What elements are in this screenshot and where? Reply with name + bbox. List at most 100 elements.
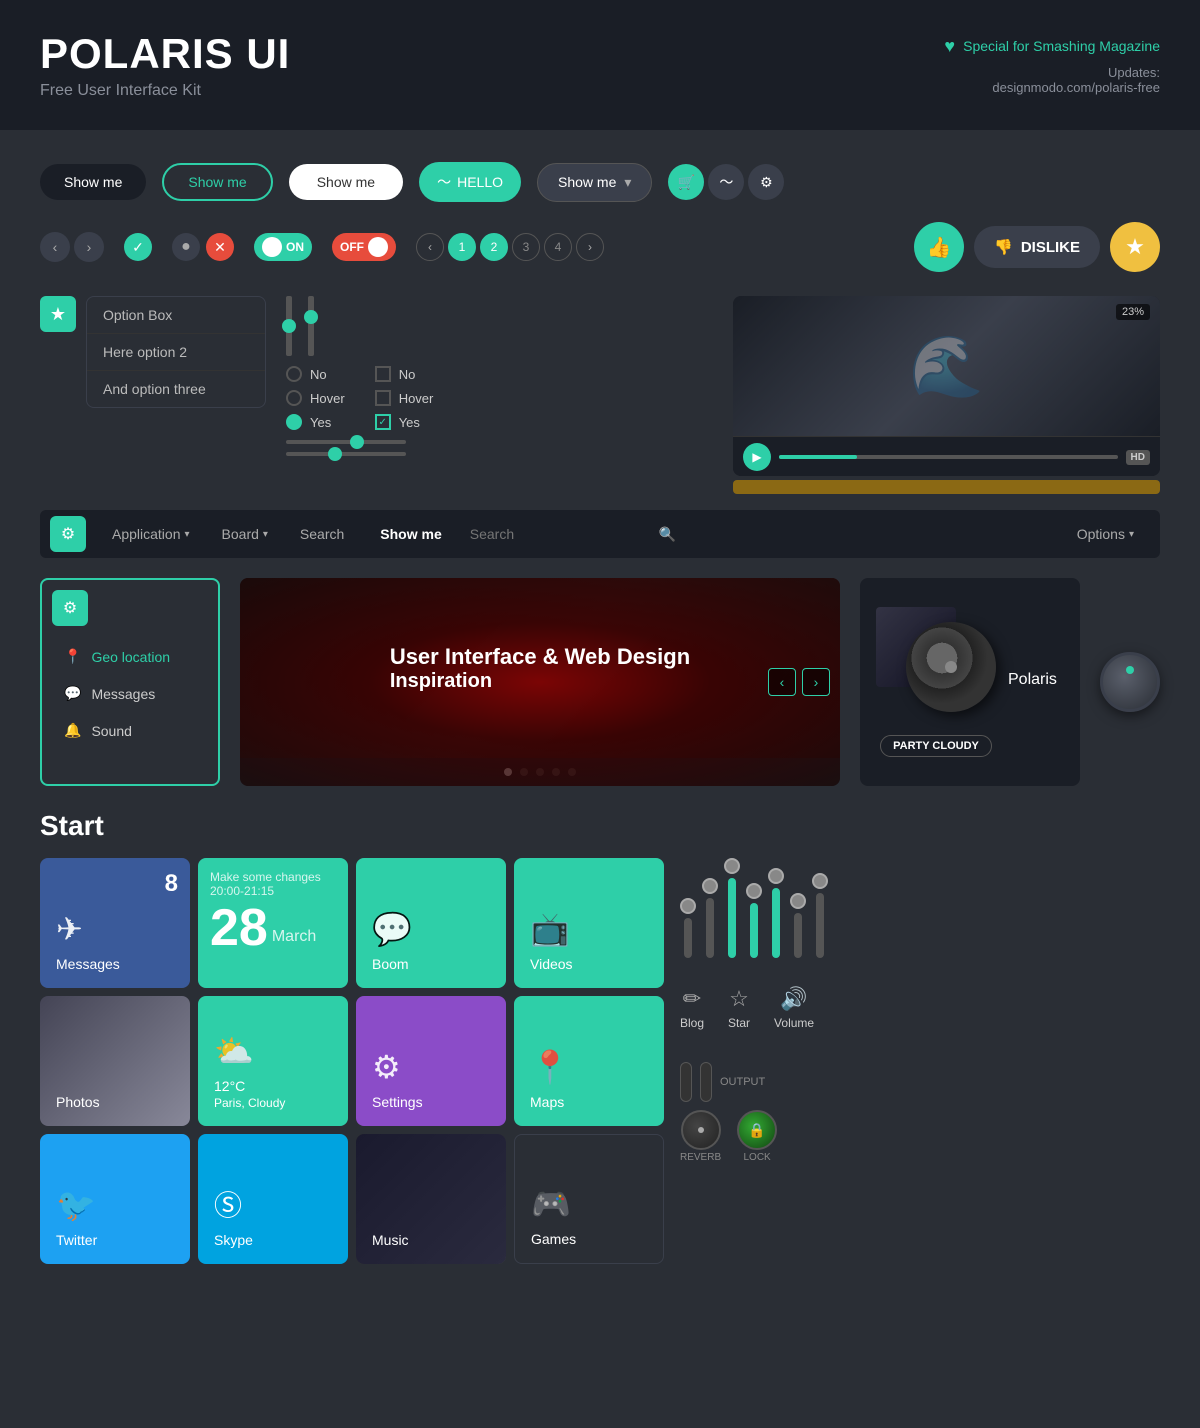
games-icon: 🎮 [531,1185,647,1223]
eq-knob-7[interactable] [812,873,828,889]
carousel-prev[interactable]: ‹ [768,668,796,696]
page-prev[interactable]: ‹ [416,233,444,261]
bottom-icon-volume[interactable]: 🔊 Volume [774,986,814,1030]
eq-bar-fill-1 [684,918,692,958]
show-me-select[interactable]: Show me [537,163,652,202]
nav-search-input[interactable] [462,514,659,554]
check-icon[interactable]: ✓ [124,233,152,261]
toggle-knob-off [368,237,388,257]
carousel-next[interactable]: › [802,668,830,696]
tile-twitter[interactable]: 🐦 Twitter [40,1134,190,1264]
show-me-btn-1[interactable]: Show me [40,164,146,200]
v-slider-input-1[interactable] [286,296,292,356]
calendar-month: March [272,928,316,946]
tile-games[interactable]: 🎮 Games [514,1134,664,1264]
tile-photos[interactable]: Photos [40,996,190,1126]
show-me-btn-3[interactable]: Show me [289,164,403,200]
arrow-right-btn[interactable]: › [74,232,104,262]
updates-label: Updates: [1108,65,1160,80]
nav-item-application[interactable]: Application [96,514,206,554]
radio-yes-circle-1[interactable] [286,414,302,430]
weather-icon: ⛅ [214,1032,332,1070]
messages-tile-label: Messages [56,956,174,972]
blog-label: Blog [680,1016,704,1030]
sidebar-item-messages[interactable]: 💬 Messages [52,675,208,712]
gear-btn[interactable]: ⚙ [748,164,784,200]
h-slider-2[interactable] [286,452,406,456]
volume-knob[interactable] [1100,652,1160,712]
cart-btn[interactable]: 🛒 [668,164,704,200]
knobs-row: REVERB 🔒 LOCK [680,1110,900,1163]
music-left: PARTY CLOUDY [876,607,996,757]
right-panel: ✏ Blog ☆ Star 🔊 Volume [680,858,900,1264]
checkbox-no-2[interactable] [375,366,391,382]
nav-item-search[interactable]: Search [284,514,364,554]
messages-icon: 💬 [64,685,81,702]
nav-bar: ⚙ Application Board Search Show me 🔍 Opt… [40,510,1160,558]
lock-label: LOCK [744,1152,771,1163]
knob-reverb[interactable] [681,1110,721,1150]
nav-item-board[interactable]: Board [206,514,284,554]
tile-videos[interactable]: 📺 Videos [514,858,664,988]
tile-boom[interactable]: 💬 Boom [356,858,506,988]
pagination: ‹ 1 2 3 4 › [416,233,604,261]
carousel-arrows: ‹ › [768,668,830,696]
star-btn[interactable]: ★ [1110,222,1160,272]
dropdown-item-3[interactable]: And option three [87,371,265,407]
blog-icon: ✏ [683,986,701,1012]
toggle-off[interactable]: OFF [332,233,396,261]
radio-hover-circle-1[interactable] [286,390,302,406]
radio-no-circle-1[interactable] [286,366,302,382]
eq-knob-6[interactable] [790,893,806,909]
eq-knob-1[interactable] [680,898,696,914]
page-3[interactable]: 3 [512,233,540,261]
nav-gear-icon: ⚙ [50,516,86,552]
hello-btn[interactable]: 〜 HELLO [419,162,521,202]
page-next[interactable]: › [576,233,604,261]
tile-calendar[interactable]: Make some changes 20:00-21:15 28 March [198,858,348,988]
eq-knob-3[interactable] [724,858,740,874]
star-icon-box[interactable]: ★ [40,296,76,332]
dropdown-item-2[interactable]: Here option 2 [87,334,265,371]
geo-icon: 📍 [64,648,81,665]
circle-icon[interactable]: ● [172,233,200,261]
dropdown-item-1[interactable]: Option Box [87,297,265,334]
toggle-on[interactable]: ON [254,233,312,261]
star-bottom-icon: ☆ [729,986,749,1012]
nav-item-showme[interactable]: Show me [364,514,461,554]
page-1[interactable]: 1 [448,233,476,261]
eq-knob-5[interactable] [768,868,784,884]
eq-bar-3 [724,858,740,958]
sidebar-item-sound[interactable]: 🔔 Sound [52,712,208,749]
eq-knob-2[interactable] [702,878,718,894]
play-btn[interactable]: ▶ [743,443,771,471]
page-2[interactable]: 2 [480,233,508,261]
bottom-icon-blog[interactable]: ✏ Blog [680,986,704,1030]
dislike-btn[interactable]: 👎 DISLIKE [974,226,1100,268]
checkbox-hover-2[interactable] [375,390,391,406]
tile-settings[interactable]: ⚙ Settings [356,996,506,1126]
sidebar-item-geo[interactable]: 📍 Geo location [52,638,208,675]
arrow-left-btn[interactable]: ‹ [40,232,70,262]
bottom-icon-star[interactable]: ☆ Star [728,986,750,1030]
wave-btn[interactable]: 〜 [708,164,744,200]
like-btn[interactable]: 👍 [914,222,964,272]
x-icon[interactable]: ✕ [206,233,234,261]
eq-knob-4[interactable] [746,883,762,899]
tile-messages[interactable]: ✈ Messages 8 [40,858,190,988]
tile-weather[interactable]: ⛅ 12°CParis, Cloudy [198,996,348,1126]
tile-skype[interactable]: Ⓢ Skype [198,1134,348,1264]
tile-music[interactable]: Music [356,1134,506,1264]
star-label: Star [728,1016,750,1030]
video-controls: ▶ HD [733,436,1160,476]
nav-item-options[interactable]: Options [1061,514,1150,554]
checkbox-yes-2[interactable]: ✓ [375,414,391,430]
eq-bar-fill-4 [750,903,758,958]
show-me-btn-2[interactable]: Show me [162,163,272,201]
music-info: Polaris [1008,671,1057,693]
page-4[interactable]: 4 [544,233,572,261]
tile-maps[interactable]: 📍 Maps [514,996,664,1126]
v-slider-input-2[interactable] [308,296,314,356]
knob-lock[interactable]: 🔒 [737,1110,777,1150]
h-slider-1[interactable] [286,440,406,444]
